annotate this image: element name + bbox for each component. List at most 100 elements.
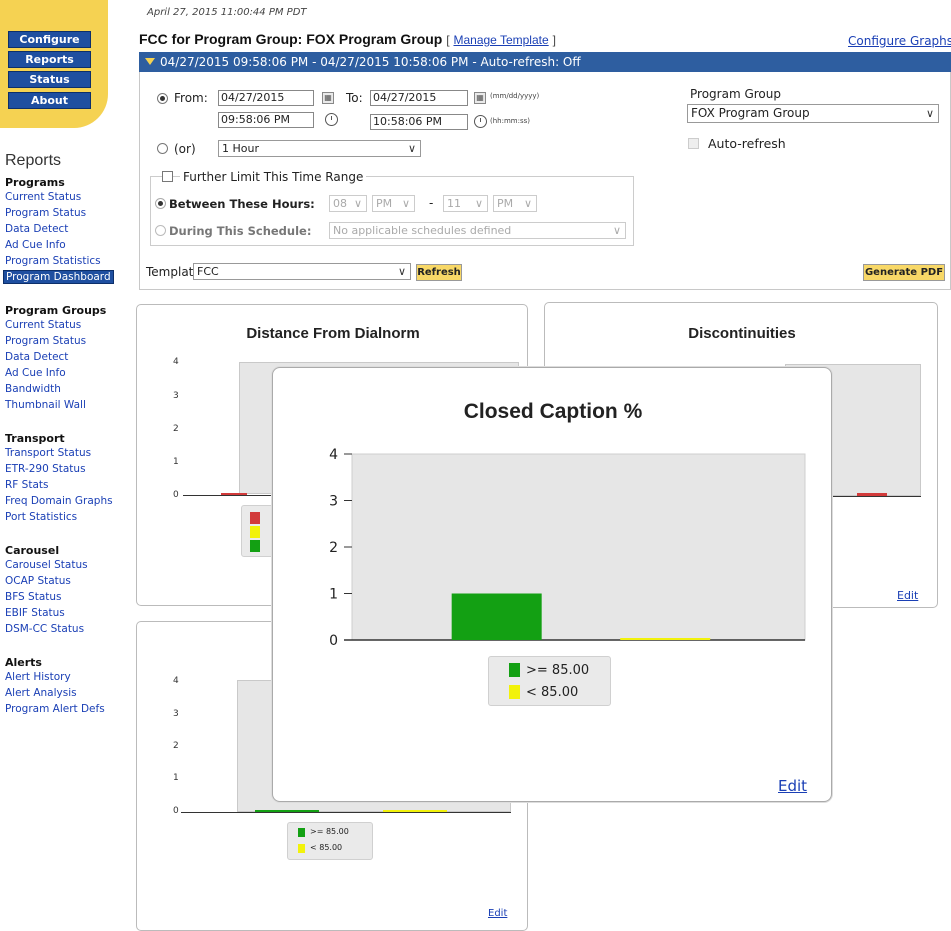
refresh-button[interactable]: Refresh (416, 264, 462, 281)
sidebar-item-rf-stats[interactable]: RF Stats (5, 479, 48, 491)
to-clock-icon[interactable] (474, 115, 487, 128)
y-tick-label-3: 3 (329, 494, 338, 510)
generate-pdf-button[interactable]: Generate PDF (863, 264, 945, 281)
dialnorm-tick-2: 2 (173, 424, 179, 434)
y-tick-label-1: 1 (329, 587, 338, 603)
sidebar-item-carousel-status[interactable]: Carousel Status (5, 559, 88, 571)
legend-red-swatch (250, 512, 260, 524)
sidebar-item-freq-domain-graphs[interactable]: Freq Domain Graphs (5, 495, 113, 507)
program-group-select[interactable]: FOX Program Group (687, 104, 939, 123)
from-date-input[interactable]: 04/27/2015 (218, 90, 314, 106)
caption-small-legend-label-1: < 85.00 (310, 843, 343, 852)
legend-label-1: < 85.00 (526, 685, 579, 700)
closed-caption-edit-link[interactable]: Edit (778, 777, 807, 795)
to-label: To: (346, 91, 363, 105)
bracket-close: ] (552, 33, 556, 47)
bar-1 (620, 638, 711, 640)
sidebar-item-program-status[interactable]: Program Status (5, 207, 86, 219)
from-time-input[interactable]: 09:58:06 PM (218, 112, 314, 128)
to-date-input[interactable]: 04/27/2015 (370, 90, 468, 106)
sidebar-item-ocap-status[interactable]: OCAP Status (5, 575, 71, 587)
section-alerts: Alerts (5, 656, 42, 669)
collapse-triangle-icon[interactable] (145, 58, 155, 65)
caption-small-x-axis (181, 812, 511, 813)
duration-select[interactable]: 1 Hour (218, 140, 421, 157)
caption-small-bar-green (255, 810, 319, 812)
caption-small-legend-label-0: >= 85.00 (310, 827, 349, 836)
sidebar-item-alert-analysis[interactable]: Alert Analysis (5, 687, 77, 699)
or-label: (or) (174, 142, 196, 156)
between-hours-radio[interactable] (155, 198, 166, 209)
sidebar-item-current-status[interactable]: Current Status (5, 191, 81, 203)
discontinuities-bar-red (857, 493, 887, 496)
manage-template-link[interactable]: Manage Template (453, 33, 548, 47)
dialnorm-tick-3: 3 (173, 391, 179, 401)
from-clock-icon[interactable] (325, 113, 338, 126)
caption-small-tick-0: 0 (173, 806, 179, 816)
sidebar-item-thumbnail-wall[interactable]: Thumbnail Wall (5, 399, 86, 411)
legend-swatch-0 (509, 663, 520, 677)
time-range-bar[interactable]: 04/27/2015 09:58:06 PM - 04/27/2015 10:5… (139, 52, 951, 72)
between-to-ampm-select[interactable]: PM (493, 195, 537, 212)
sidebar-item-ebif-status[interactable]: EBIF Status (5, 607, 65, 619)
bracket-open: [ (446, 33, 450, 47)
sidebar-item-pg-ad-cue-info[interactable]: Ad Cue Info (5, 367, 66, 379)
schedule-radio[interactable] (155, 225, 166, 236)
sidebar-item-program-statistics[interactable]: Program Statistics (5, 255, 101, 267)
caption-small-legend: >= 85.00 < 85.00 (287, 822, 373, 860)
configure-graphs-link[interactable]: Configure Graphs (848, 34, 951, 48)
discontinuities-edit-link[interactable]: Edit (897, 589, 918, 602)
sidebar-item-program-dashboard[interactable]: Program Dashboard (3, 270, 114, 284)
sidebar-item-dsm-cc-status[interactable]: DSM-CC Status (5, 623, 84, 635)
sidebar-item-alert-history[interactable]: Alert History (5, 671, 71, 683)
sidebar-item-transport-status[interactable]: Transport Status (5, 447, 91, 459)
caption-small-tick-2: 2 (173, 741, 179, 751)
sidebar-item-program-alert-defs[interactable]: Program Alert Defs (5, 703, 105, 715)
reports-button[interactable]: Reports (8, 51, 91, 68)
about-button[interactable]: About (8, 92, 91, 109)
dialnorm-tick-0: 0 (173, 490, 179, 500)
status-button[interactable]: Status (8, 71, 91, 88)
to-calendar-icon[interactable]: ▦ (474, 92, 486, 104)
schedule-select[interactable]: No applicable schedules defined (329, 222, 626, 239)
dialnorm-bar-red (221, 493, 247, 495)
legend-green-swatch (250, 540, 260, 552)
template-select[interactable]: FCC (193, 263, 411, 280)
section-carousel: Carousel (5, 544, 60, 557)
reports-heading: Reports (5, 152, 62, 169)
section-programs: Programs (5, 176, 65, 189)
further-limit-checkbox[interactable] (162, 171, 173, 182)
sidebar-item-pg-current-status[interactable]: Current Status (5, 319, 81, 331)
sidebar-item-bfs-status[interactable]: BFS Status (5, 591, 62, 603)
caption-small-legend-yellow-swatch (298, 844, 305, 853)
y-tick-label-0: 0 (329, 633, 338, 649)
dialnorm-tick-1: 1 (173, 457, 179, 467)
caption-small-tick-3: 3 (173, 709, 179, 719)
between-from-hour-select[interactable]: 08 (329, 195, 367, 212)
closed-caption-chart: 0 1 2 3 4 (329, 447, 806, 649)
caption-small-bar-yellow (383, 810, 447, 812)
sidebar-item-ad-cue-info[interactable]: Ad Cue Info (5, 239, 66, 251)
program-group-label: Program Group (690, 87, 781, 101)
closed-caption-popup: Closed Caption % 01234 >= 85.00 < 85.00 … (272, 367, 832, 802)
timestamp: April 27, 2015 11:00:44 PM PDT (147, 7, 307, 18)
dialnorm-tick-4: 4 (173, 357, 179, 367)
sidebar-item-data-detect[interactable]: Data Detect (5, 223, 68, 235)
configure-button[interactable]: Configure (8, 31, 91, 48)
caption-small-edit-link[interactable]: Edit (488, 908, 507, 919)
sidebar-item-port-statistics[interactable]: Port Statistics (5, 511, 77, 523)
from-calendar-icon[interactable]: ▦ (322, 92, 334, 104)
sidebar-item-bandwidth[interactable]: Bandwidth (5, 383, 61, 395)
between-dash: - (429, 196, 434, 210)
between-from-ampm-select[interactable]: PM (372, 195, 415, 212)
to-time-input[interactable]: 10:58:06 PM (370, 114, 468, 130)
sidebar-item-pg-data-detect[interactable]: Data Detect (5, 351, 68, 363)
or-radio[interactable] (157, 143, 168, 154)
from-radio[interactable] (157, 93, 168, 104)
sidebar-item-pg-program-status[interactable]: Program Status (5, 335, 86, 347)
time-format-hint: (hh:mm:ss) (490, 117, 530, 125)
sidebar: Configure Reports Status About Reports P… (0, 0, 132, 922)
sidebar-item-etr-290-status[interactable]: ETR-290 Status (5, 463, 86, 475)
between-to-hour-select[interactable]: 11 (443, 195, 488, 212)
auto-refresh-checkbox[interactable] (688, 138, 699, 149)
